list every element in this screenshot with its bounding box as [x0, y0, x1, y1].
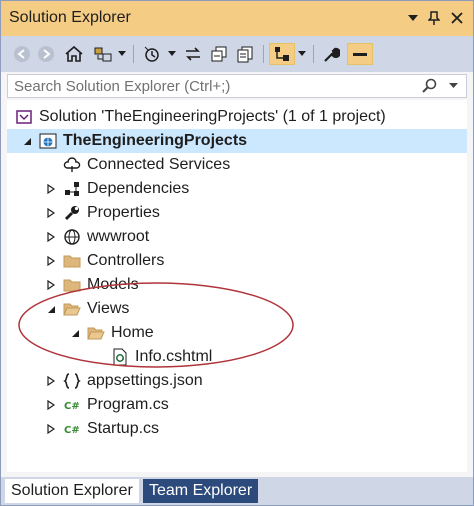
auto-hide-icon[interactable]	[347, 43, 373, 65]
toolbar	[1, 36, 473, 72]
tree-item-label: TheEngineeringProjects	[63, 132, 248, 149]
csharp-file-icon: C#	[63, 420, 81, 438]
tree-item-label: Info.cshtml	[135, 348, 213, 365]
tree-item[interactable]: TheEngineeringProjects	[7, 129, 467, 153]
tree-item-label: appsettings.json	[87, 372, 203, 389]
title-bar: Solution Explorer	[1, 1, 473, 36]
expand-arrow-icon[interactable]	[45, 183, 57, 195]
collapse-arrow-icon[interactable]	[69, 327, 81, 339]
sync-icon[interactable]	[181, 43, 205, 65]
expand-arrow-icon[interactable]	[45, 279, 57, 291]
solution-icon	[15, 108, 33, 126]
tree-item-label: Home	[111, 324, 154, 341]
switch-views-icon[interactable]	[91, 43, 115, 65]
folder-icon	[63, 252, 81, 270]
search-icon[interactable]	[422, 78, 438, 99]
forward-icon[interactable]	[35, 43, 57, 65]
globe-icon	[63, 228, 81, 246]
tree-item[interactable]: wwwroot	[7, 225, 467, 249]
home-icon[interactable]	[61, 43, 87, 65]
svg-text:C#: C#	[64, 401, 80, 412]
tab-solution-explorer[interactable]: Solution Explorer	[5, 479, 139, 503]
search-input[interactable]: Search Solution Explorer (Ctrl+;)	[14, 78, 230, 95]
collapse-all-icon[interactable]	[207, 43, 231, 65]
tree-item-label: wwwroot	[87, 228, 150, 245]
tree-item-label: Program.cs	[87, 396, 169, 413]
razor-file-icon	[111, 348, 129, 366]
dropdown-icon[interactable]	[167, 43, 177, 65]
tree-item-label: Controllers	[87, 252, 165, 269]
tree-item-label: Startup.cs	[87, 420, 160, 437]
dropdown-icon[interactable]	[117, 43, 127, 65]
collapse-arrow-icon[interactable]	[45, 303, 57, 315]
search-box[interactable]: Search Solution Explorer (Ctrl+;)	[7, 74, 467, 98]
csharp-file-icon: C#	[63, 396, 81, 414]
collapse-arrow-icon[interactable]	[21, 135, 33, 147]
pin-icon[interactable]	[426, 10, 442, 26]
tree-item-label: Connected Services	[87, 156, 231, 173]
tab-team-explorer[interactable]: Team Explorer	[143, 479, 259, 503]
tree-item-label: Solution 'TheEngineeringProjects' (1 of …	[39, 108, 386, 125]
close-icon[interactable]	[449, 10, 465, 26]
tree-item[interactable]: C# Program.cs	[7, 393, 467, 417]
expand-arrow-icon[interactable]	[45, 375, 57, 387]
preview-selected-icon[interactable]	[269, 43, 295, 65]
expand-arrow-icon[interactable]	[45, 207, 57, 219]
window-title: Solution Explorer	[9, 9, 131, 26]
expand-arrow-icon[interactable]	[45, 231, 57, 243]
toolbar-separator	[313, 45, 314, 63]
tree-item[interactable]: Views	[7, 297, 467, 321]
toolbar-separator	[263, 45, 264, 63]
wrench-icon	[63, 204, 81, 222]
solution-explorer-window: Solution Explorer Search Solution Explor…	[0, 0, 474, 506]
pending-changes-filter-icon[interactable]	[139, 43, 165, 65]
folder-icon	[63, 276, 81, 294]
show-all-files-icon[interactable]	[233, 43, 257, 65]
tree-item-label: Models	[87, 276, 139, 293]
tree-item[interactable]: C# Startup.cs	[7, 417, 467, 441]
expand-arrow-icon[interactable]	[45, 423, 57, 435]
web-project-icon	[39, 132, 57, 150]
tree-item-label: Views	[87, 300, 130, 317]
json-file-icon	[63, 372, 81, 390]
tree-item[interactable]: Home	[7, 321, 467, 345]
tree-item-label: Properties	[87, 204, 160, 221]
dropdown-arrow-icon[interactable]	[405, 10, 421, 26]
dependencies-icon	[63, 180, 81, 198]
toolbar-separator	[133, 45, 134, 63]
dropdown-icon[interactable]	[297, 43, 307, 65]
tree-item[interactable]: Info.cshtml	[7, 345, 467, 369]
search-options-icon[interactable]	[449, 78, 458, 92]
folder-open-icon	[87, 324, 105, 342]
tree-item[interactable]: Properties	[7, 201, 467, 225]
connected-services-icon	[63, 156, 81, 174]
svg-text:C#: C#	[64, 425, 80, 436]
folder-open-icon	[63, 300, 81, 318]
expand-arrow-icon[interactable]	[45, 399, 57, 411]
properties-icon[interactable]	[319, 43, 343, 65]
tree-item[interactable]: Dependencies	[7, 177, 467, 201]
expand-arrow-icon[interactable]	[45, 255, 57, 267]
tree-item[interactable]: Models	[7, 273, 467, 297]
tree-item-label: Dependencies	[87, 180, 190, 197]
back-icon[interactable]	[11, 43, 33, 65]
tree-item[interactable]: Controllers	[7, 249, 467, 273]
tree-item[interactable]: Solution 'TheEngineeringProjects' (1 of …	[7, 105, 467, 129]
tree-item[interactable]: Connected Services	[7, 153, 467, 177]
bottom-tab-bar: Solution Explorer Team Explorer	[1, 477, 473, 505]
tree-item[interactable]: appsettings.json	[7, 369, 467, 393]
solution-tree: Solution 'TheEngineeringProjects' (1 of …	[7, 100, 467, 472]
